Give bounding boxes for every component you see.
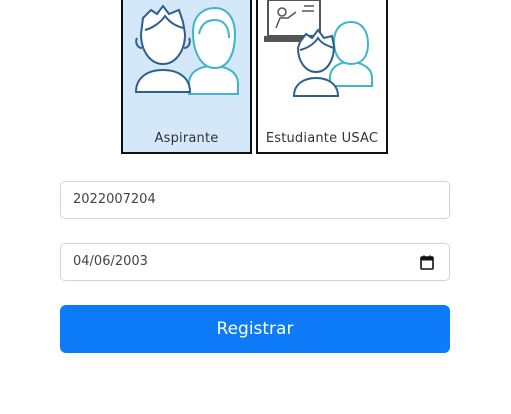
people-icon (134, 4, 239, 95)
user-type-estudiante-usac[interactable]: Estudiante USAC (256, 0, 388, 154)
presentation-people-icon (264, 0, 373, 97)
user-type-label: Estudiante USAC (265, 131, 379, 146)
carnet-input[interactable]: 2022007204 (60, 181, 450, 219)
user-type-aspirante[interactable]: Aspirante (121, 0, 252, 154)
user-type-label: Aspirante (154, 131, 219, 146)
carnet-value: 2022007204 (73, 192, 156, 207)
register-button[interactable]: Registrar (60, 305, 450, 353)
calendar-icon[interactable] (420, 255, 434, 270)
date-value: 04/06/2003 (73, 254, 148, 269)
birth-date-input[interactable]: 04/06/2003 (60, 243, 450, 281)
